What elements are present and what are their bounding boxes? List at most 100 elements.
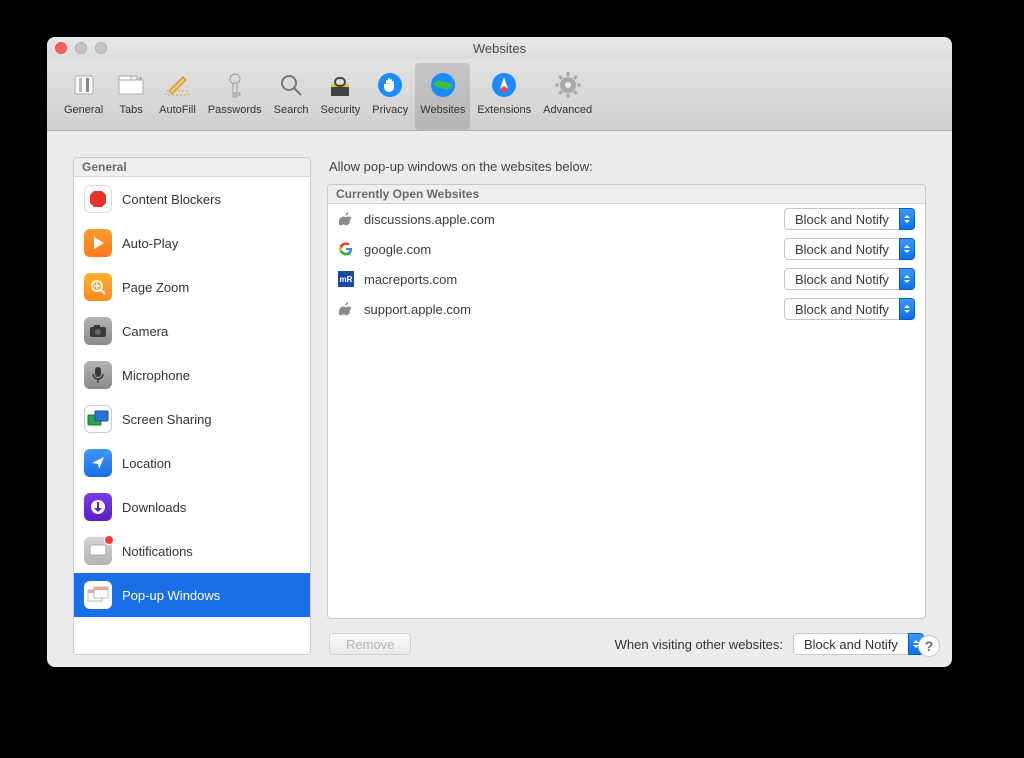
globe-icon bbox=[427, 69, 459, 101]
microphone-icon bbox=[84, 361, 112, 389]
tab-advanced[interactable]: Advanced bbox=[538, 63, 597, 130]
bottom-row: Remove When visiting other websites: Blo… bbox=[327, 619, 926, 655]
play-icon bbox=[84, 229, 112, 257]
tab-passwords[interactable]: Passwords bbox=[203, 63, 267, 130]
window-title: Websites bbox=[47, 41, 952, 56]
notification-icon bbox=[84, 537, 112, 565]
google-favicon-icon bbox=[338, 241, 354, 257]
sidebar-item-downloads[interactable]: Downloads bbox=[74, 485, 310, 529]
titlebar: Websites bbox=[47, 37, 952, 59]
tab-label: General bbox=[64, 104, 103, 116]
site-row[interactable]: mR macreports.com Block and Notify bbox=[328, 264, 925, 294]
sidebar-item-label: Location bbox=[122, 456, 171, 471]
site-policy-select[interactable]: Block and Notify bbox=[784, 298, 915, 320]
search-icon bbox=[275, 69, 307, 101]
tab-label: Tabs bbox=[120, 104, 143, 116]
gear-icon bbox=[552, 69, 584, 101]
remove-button[interactable]: Remove bbox=[329, 633, 411, 655]
site-policy-select[interactable]: Block and Notify bbox=[784, 268, 915, 290]
screens-icon bbox=[84, 405, 112, 433]
sidebar-item-label: Notifications bbox=[122, 544, 193, 559]
badge-dot-icon bbox=[104, 535, 114, 545]
sidebar-header: General bbox=[74, 158, 310, 177]
compass-icon bbox=[488, 69, 520, 101]
preferences-toolbar: General + Tabs AutoFill Passwords Search bbox=[47, 59, 952, 131]
sidebar-item-location[interactable]: Location bbox=[74, 441, 310, 485]
tab-label: Passwords bbox=[208, 104, 262, 116]
apple-favicon-icon bbox=[338, 301, 354, 317]
tab-general[interactable]: General bbox=[59, 63, 108, 130]
tab-label: Security bbox=[320, 104, 360, 116]
zoom-window-button[interactable] bbox=[95, 42, 107, 54]
stop-icon bbox=[84, 185, 112, 213]
close-window-button[interactable] bbox=[55, 42, 67, 54]
tab-label: Advanced bbox=[543, 104, 592, 116]
sidebar-item-autoplay[interactable]: Auto-Play bbox=[74, 221, 310, 265]
tab-websites[interactable]: Websites bbox=[415, 63, 470, 130]
download-icon bbox=[84, 493, 112, 521]
tab-label: Extensions bbox=[477, 104, 531, 116]
select-value: Block and Notify bbox=[793, 633, 908, 655]
default-policy-label: When visiting other websites: bbox=[615, 637, 783, 652]
site-domain: macreports.com bbox=[364, 272, 457, 287]
sidebar-item-camera[interactable]: Camera bbox=[74, 309, 310, 353]
tab-search[interactable]: Search bbox=[269, 63, 314, 130]
tab-label: Search bbox=[274, 104, 309, 116]
site-row[interactable]: support.apple.com Block and Notify bbox=[328, 294, 925, 324]
traffic-lights bbox=[55, 42, 107, 54]
panel-subheader: Currently Open Websites bbox=[328, 185, 925, 204]
sidebar-item-page-zoom[interactable]: Page Zoom bbox=[74, 265, 310, 309]
sidebar-item-label: Downloads bbox=[122, 500, 186, 515]
location-icon bbox=[84, 449, 112, 477]
select-value: Block and Notify bbox=[784, 268, 899, 290]
select-value: Block and Notify bbox=[784, 298, 899, 320]
windows-icon bbox=[84, 581, 112, 609]
tab-privacy[interactable]: Privacy bbox=[367, 63, 413, 130]
chevron-updown-icon bbox=[899, 298, 915, 320]
switch-icon bbox=[68, 69, 100, 101]
site-domain: discussions.apple.com bbox=[364, 212, 495, 227]
sidebar-item-popups[interactable]: Pop-up Windows bbox=[74, 573, 310, 617]
lock-icon bbox=[324, 69, 356, 101]
sidebar-item-label: Auto-Play bbox=[122, 236, 178, 251]
site-row[interactable]: google.com Block and Notify bbox=[328, 234, 925, 264]
site-info: support.apple.com bbox=[338, 301, 471, 317]
content-area: General Content Blockers Auto-Play Page … bbox=[47, 131, 952, 667]
help-icon: ? bbox=[925, 638, 934, 654]
site-domain: google.com bbox=[364, 242, 431, 257]
tab-tabs[interactable]: + Tabs bbox=[110, 63, 152, 130]
tabs-icon: + bbox=[115, 69, 147, 101]
svg-text:+: + bbox=[138, 74, 143, 83]
minimize-window-button[interactable] bbox=[75, 42, 87, 54]
tab-label: AutoFill bbox=[159, 104, 196, 116]
sidebar-item-microphone[interactable]: Microphone bbox=[74, 353, 310, 397]
tab-extensions[interactable]: Extensions bbox=[472, 63, 536, 130]
panel-heading: Allow pop-up windows on the websites bel… bbox=[329, 159, 926, 174]
site-policy-select[interactable]: Block and Notify bbox=[784, 208, 915, 230]
hand-icon bbox=[374, 69, 406, 101]
zoom-icon bbox=[84, 273, 112, 301]
tab-label: Privacy bbox=[372, 104, 408, 116]
preferences-window: Websites General + Tabs AutoFill Passwor… bbox=[47, 37, 952, 667]
select-value: Block and Notify bbox=[784, 238, 899, 260]
default-policy-select[interactable]: Block and Notify bbox=[793, 633, 924, 655]
tab-autofill[interactable]: AutoFill bbox=[154, 63, 201, 130]
tab-security[interactable]: Security bbox=[315, 63, 365, 130]
sidebar-item-notifications[interactable]: Notifications bbox=[74, 529, 310, 573]
key-icon bbox=[219, 69, 251, 101]
sidebar-item-label: Microphone bbox=[122, 368, 190, 383]
tab-label: Websites bbox=[420, 104, 465, 116]
sidebar-item-screen-sharing[interactable]: Screen Sharing bbox=[74, 397, 310, 441]
sites-panel: Currently Open Websites discussions.appl… bbox=[327, 184, 926, 619]
websites-sidebar: General Content Blockers Auto-Play Page … bbox=[73, 157, 311, 655]
select-value: Block and Notify bbox=[784, 208, 899, 230]
chevron-updown-icon bbox=[899, 208, 915, 230]
site-row[interactable]: discussions.apple.com Block and Notify bbox=[328, 204, 925, 234]
site-policy-select[interactable]: Block and Notify bbox=[784, 238, 915, 260]
sidebar-item-label: Page Zoom bbox=[122, 280, 189, 295]
help-button[interactable]: ? bbox=[918, 635, 940, 657]
pencil-icon bbox=[161, 69, 193, 101]
sidebar-item-label: Screen Sharing bbox=[122, 412, 212, 427]
sidebar-item-content-blockers[interactable]: Content Blockers bbox=[74, 177, 310, 221]
sidebar-item-label: Camera bbox=[122, 324, 168, 339]
